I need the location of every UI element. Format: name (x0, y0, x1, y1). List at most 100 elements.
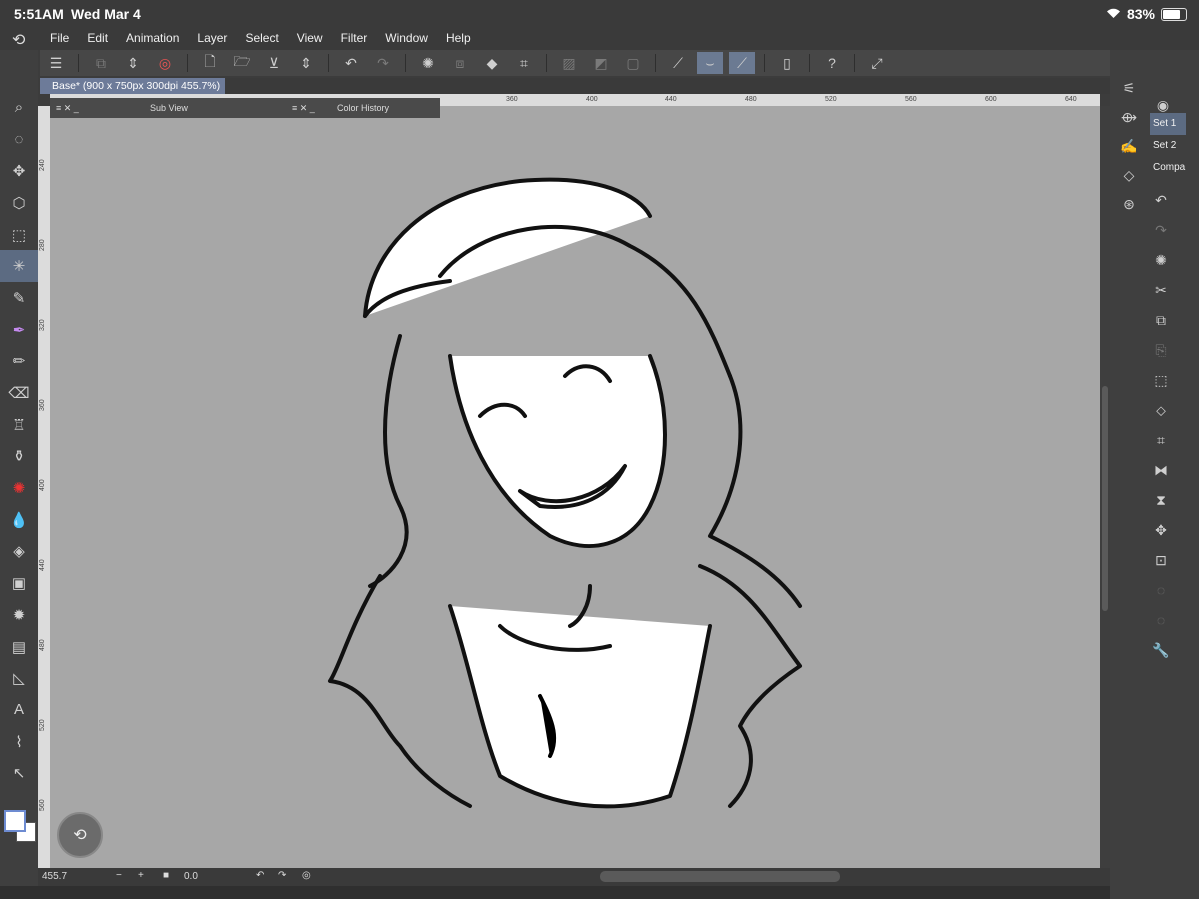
edit-icon[interactable]: ⧉ (88, 52, 114, 74)
cut-icon[interactable]: ✂ (1148, 275, 1174, 305)
balloon-tool-icon[interactable]: ⌇ (0, 726, 38, 758)
drawing-canvas[interactable] (50, 106, 1100, 868)
zoom-in-button[interactable]: + (138, 870, 144, 881)
document-tab[interactable]: Base* (900 x 750px 300dpi 455.7%) (40, 78, 225, 94)
selection-pen-icon[interactable]: ◌ (1148, 605, 1174, 635)
menu-file[interactable]: File (50, 31, 69, 45)
invert-icon[interactable]: ◩ (588, 52, 614, 74)
menu-view[interactable]: View (297, 31, 323, 45)
blend-tool-icon[interactable]: 💧 (0, 504, 38, 536)
rotate-left-icon[interactable]: ↶ (256, 870, 264, 881)
copy-icon[interactable]: ⧉ (1148, 305, 1174, 335)
menu-layer[interactable]: Layer (197, 31, 227, 45)
redo-icon[interactable]: ↷ (370, 52, 396, 74)
paste-icon[interactable]: ⎘ (1148, 335, 1174, 365)
ruler-label: 240 (39, 159, 46, 171)
undo-icon[interactable]: ↶ (338, 52, 364, 74)
ruler-label: 480 (39, 639, 46, 651)
ruler-tool-icon[interactable]: ◺ (0, 662, 38, 694)
pen-tool-icon[interactable]: ✒ (0, 314, 38, 346)
gradient-tool-icon[interactable]: ▣ (0, 567, 38, 599)
snap-ruler-icon[interactable]: ⟋ (665, 52, 691, 74)
frame-tool-icon[interactable]: ▤ (0, 631, 38, 663)
help-icon[interactable]: ? (819, 52, 845, 74)
flip-vertical-icon[interactable]: ⧗ (1148, 485, 1174, 515)
open-file-icon[interactable]: 🗁 (229, 52, 255, 74)
snap-grid-icon[interactable]: ⟋ (729, 52, 755, 74)
colorhistory-close-icon[interactable]: ≡ ✕ _ (292, 98, 315, 118)
figure-tool-icon[interactable]: ✹ (0, 599, 38, 631)
airbrush-tool-icon[interactable]: ⚱ (0, 441, 38, 473)
set-item[interactable]: Compa (1150, 157, 1186, 179)
deselect-icon[interactable]: ▨ (556, 52, 582, 74)
horizontal-scrollbar[interactable] (600, 871, 840, 882)
set-item[interactable]: Set 1 (1150, 113, 1186, 135)
loading-icon[interactable]: ✺ (415, 52, 441, 74)
zoom-tool-icon[interactable]: ⌕ (0, 92, 38, 124)
snap-special-ruler-icon[interactable]: ⌣ (697, 52, 723, 74)
menu-help[interactable]: Help (446, 31, 471, 45)
main-color-swatch[interactable] (4, 810, 26, 832)
menu-window[interactable]: Window (385, 31, 428, 45)
set-item[interactable]: Set 2 (1150, 135, 1186, 157)
move-layer-icon[interactable]: ✥ (1148, 515, 1174, 545)
copy-layer-icon[interactable]: ⧈ (447, 52, 473, 74)
selection-border-icon[interactable]: ▢ (620, 52, 646, 74)
fit-button[interactable]: ■ (163, 870, 169, 881)
layer-property-icon[interactable]: ⊛ (1110, 190, 1148, 219)
layer-icon[interactable]: ◇ (1110, 161, 1148, 190)
wrench-icon[interactable]: 🔧 (1148, 635, 1174, 665)
free-transform-icon[interactable]: ⬦ (1148, 395, 1174, 425)
fullscreen-icon[interactable]: ⤢ (864, 52, 890, 74)
cloud-icon[interactable]: ◎ (152, 52, 178, 74)
undo-side-icon[interactable]: ↶ (1148, 185, 1174, 215)
select-layer-icon[interactable]: ⊡ (1148, 545, 1174, 575)
eyedropper-tool-icon[interactable]: ✎ (0, 282, 38, 314)
menu-edit[interactable]: Edit (87, 31, 108, 45)
redo-side-icon[interactable]: ↷ (1148, 215, 1174, 245)
smartphone-icon[interactable]: ▯ (774, 52, 800, 74)
zoom-out-button[interactable]: − (116, 870, 122, 881)
new-file-icon[interactable]: 🗋 (197, 52, 223, 74)
vertical-scrollbar[interactable] (1100, 106, 1110, 868)
app-logo-icon[interactable]: ⟲ (12, 30, 25, 50)
transform-icon[interactable]: ⌗ (511, 52, 537, 74)
mesh-transform-icon[interactable]: ⌗ (1148, 425, 1174, 455)
subview-close-icon[interactable]: ≡ ✕ _ (56, 98, 79, 118)
rotate-tool-icon[interactable]: ◌ (0, 124, 38, 156)
text-tool-icon[interactable]: A (0, 694, 38, 726)
auto-select-tool-icon[interactable]: ✳ (0, 250, 38, 283)
flip-horizontal-icon[interactable]: ⧓ (1148, 455, 1174, 485)
stepper2-icon[interactable]: ⇕ (293, 52, 319, 74)
save-icon[interactable]: ⊻ (261, 52, 287, 74)
object-tool-icon[interactable]: ⬡ (0, 187, 38, 219)
reset-rotation-icon[interactable]: ◎ (302, 870, 311, 881)
rotate-right-icon[interactable]: ↷ (278, 870, 286, 881)
lasso-icon[interactable]: ◌ (1148, 575, 1174, 605)
tool-palette: ⌕ ◌ ✥ ⬡ ⬚ ✳ ✎ ✒ ✏ ⌫ ♖ ⚱ ✺ 💧 ◈ ▣ ✹ ▤ ◺ A … (0, 92, 38, 789)
selection-tool-icon[interactable]: ⬚ (0, 219, 38, 251)
angle-value[interactable]: 0.0 (184, 871, 198, 882)
fill-icon[interactable]: ◆ (479, 52, 505, 74)
stepper-icon[interactable]: ⇕ (120, 52, 146, 74)
menu-filter[interactable]: Filter (341, 31, 368, 45)
brush-tool-icon[interactable]: ♖ (0, 409, 38, 441)
eraser-tool-icon[interactable]: ⌫ (0, 377, 38, 409)
quick-access-button[interactable]: ⟲ (57, 812, 103, 858)
decoration-tool-icon[interactable]: ✺ (0, 472, 38, 504)
brush-size-icon[interactable]: ✍ (1110, 132, 1148, 161)
move-tool-icon[interactable]: ✥ (0, 155, 38, 187)
correct-line-tool-icon[interactable]: ↖ (0, 757, 38, 789)
color-swatch[interactable] (2, 808, 36, 844)
menu-icon[interactable]: ☰ (43, 52, 69, 74)
pencil-tool-icon[interactable]: ✏ (0, 346, 38, 378)
sub-tool-icon[interactable]: ⟴ (1110, 103, 1148, 132)
loading-side-icon[interactable]: ✺ (1148, 245, 1174, 275)
scale-icon[interactable]: ⬚ (1148, 365, 1174, 395)
menu-animation[interactable]: Animation (126, 31, 179, 45)
right-panel-icons: ⚟ ⟴ ✍ ◇ ⊛ (1110, 50, 1148, 899)
tool-property-icon[interactable]: ⚟ (1110, 74, 1148, 103)
zoom-value[interactable]: 455.7 (42, 871, 67, 882)
fill-tool-icon[interactable]: ◈ (0, 536, 38, 568)
menu-select[interactable]: Select (245, 31, 278, 45)
